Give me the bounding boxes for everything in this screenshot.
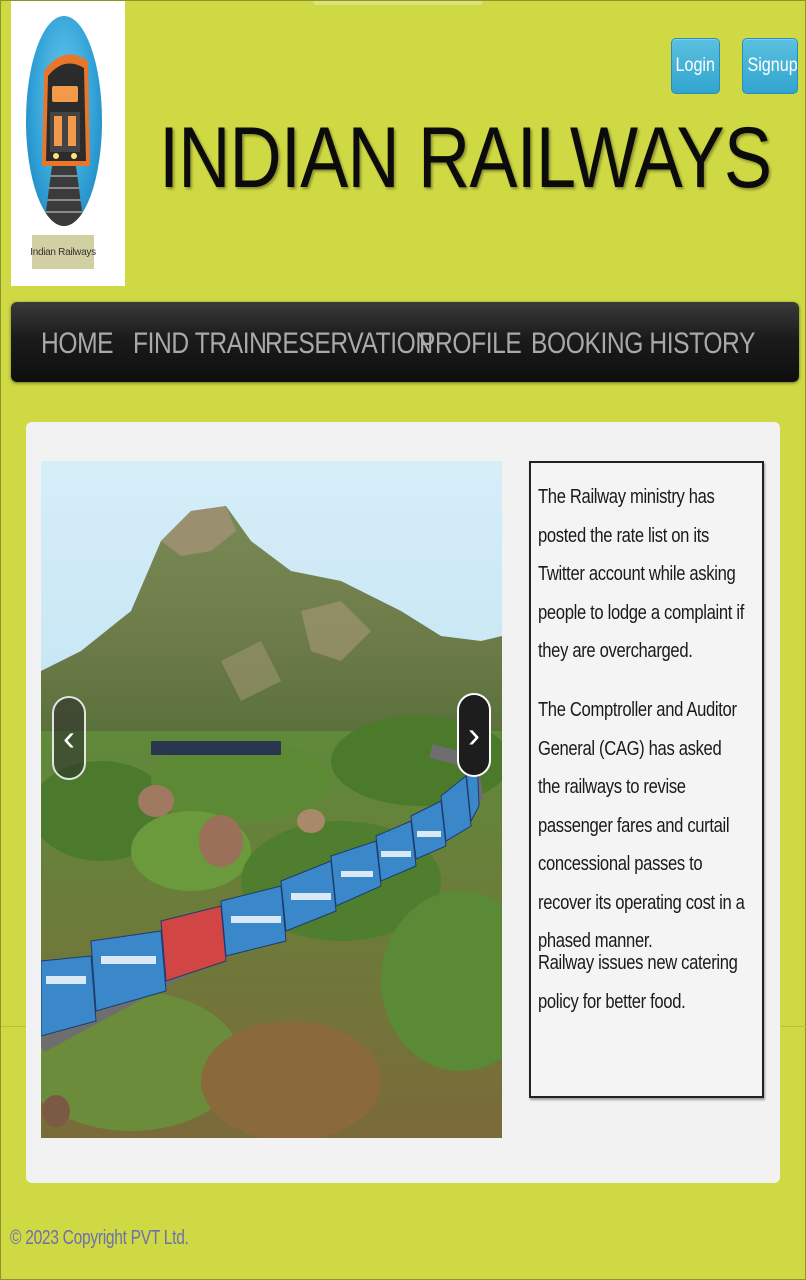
chevron-right-icon: › [468, 714, 480, 755]
nav-item-find-train[interactable]: FIND TRAIN [133, 324, 267, 364]
nav-item-reservation[interactable]: RESERVATION [265, 324, 433, 364]
logo-label: Indian Railways [30, 235, 96, 269]
divider [781, 1026, 806, 1027]
divider [1, 1026, 26, 1027]
signup-button-label: Signup [747, 55, 798, 76]
nav-item-profile[interactable]: PROFILE [419, 324, 522, 364]
news-box: The Railway ministry has posted the rate… [529, 461, 764, 1098]
train-landscape-image [41, 461, 502, 1138]
footer-copyright: © 2023 Copyright PVT Ltd. [10, 1227, 189, 1249]
signup-button[interactable]: Signup [742, 38, 798, 94]
image-carousel[interactable] [41, 461, 502, 1138]
news-item: The Railway ministry has posted the rate… [538, 486, 744, 662]
nav-item-booking-history[interactable]: BOOKING HISTORY [531, 324, 755, 364]
top-tab-decoration [313, 1, 483, 5]
main-navbar: HOME FIND TRAIN RESERVATION PROFILE BOOK… [11, 302, 799, 382]
train-logo-icon [26, 16, 102, 226]
login-button[interactable]: Login [671, 38, 720, 94]
chevron-left-icon: ‹ [63, 717, 75, 758]
logo[interactable]: Indian Railways [11, 1, 125, 286]
nav-item-home[interactable]: HOME [41, 324, 114, 364]
news-item: Railway issues new catering policy for b… [538, 952, 738, 1013]
site-title: INDIAN RAILWAYS [159, 110, 772, 206]
news-item: The Comptroller and Auditor General (CAG… [538, 699, 745, 952]
carousel-next-button[interactable]: › [457, 693, 491, 777]
carousel-prev-button[interactable]: ‹ [52, 696, 86, 780]
login-button-label: Login [675, 55, 716, 76]
